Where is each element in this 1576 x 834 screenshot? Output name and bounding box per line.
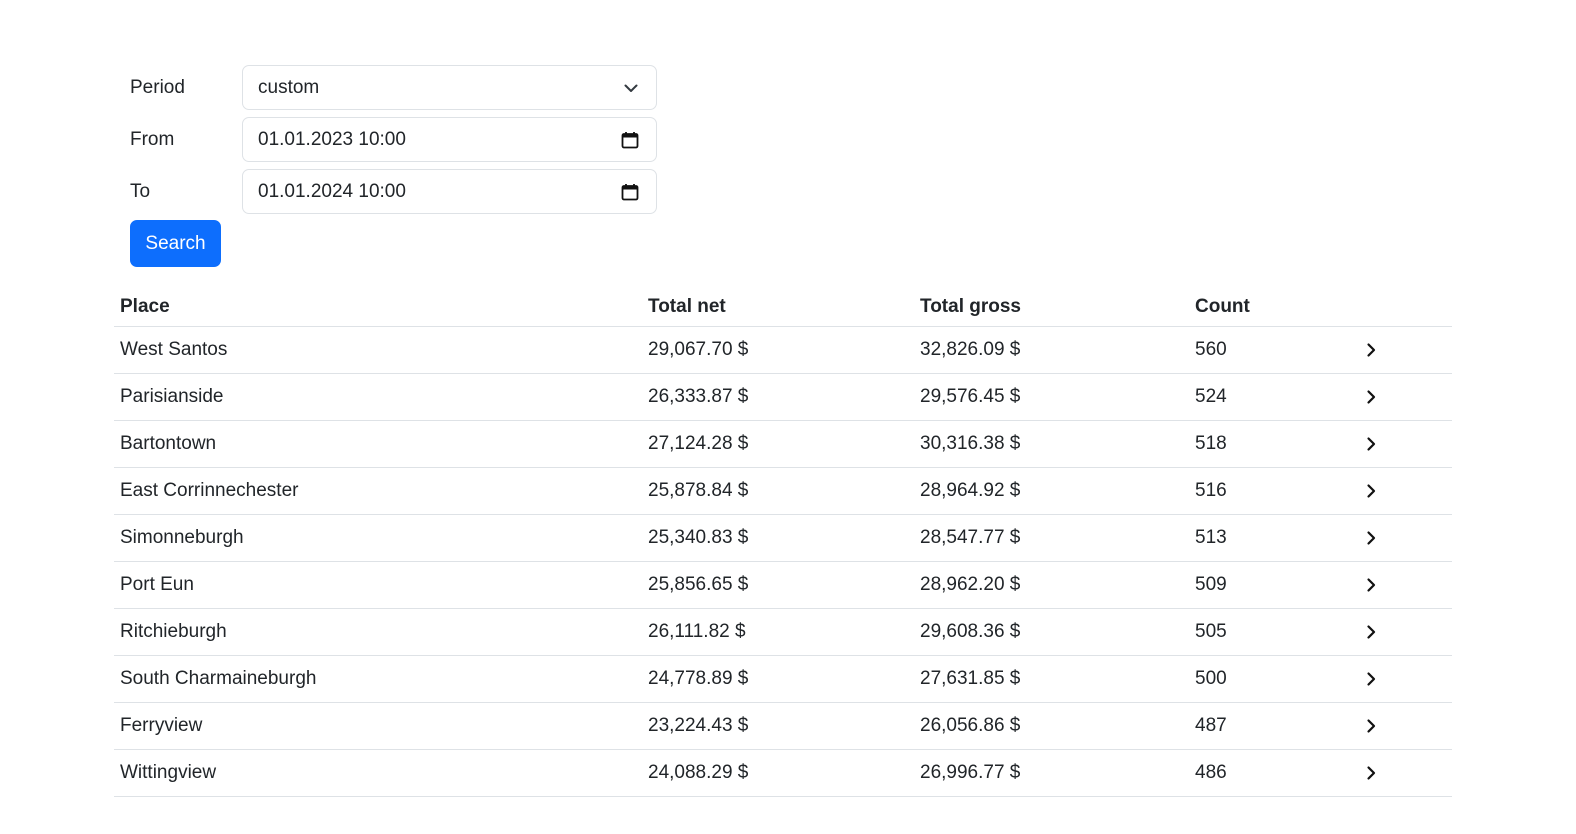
chevron-right-icon[interactable] [1359, 432, 1383, 456]
total-gross-cell: 26,056.86 $ [920, 715, 1021, 736]
chevron-down-icon [623, 80, 639, 96]
row-action [1359, 573, 1452, 597]
calendar-icon[interactable] [621, 183, 639, 201]
row-action [1359, 479, 1452, 503]
period-label: Period [130, 76, 185, 98]
chevron-right-icon[interactable] [1359, 338, 1383, 362]
total-net-cell: 27,124.28 $ [648, 433, 749, 454]
table-row[interactable]: Simonneburgh 25,340.83 $ 28,547.77 $ 513 [114, 515, 1452, 562]
table-row[interactable]: West Santos 29,067.70 $ 32,826.09 $ 560 [114, 327, 1452, 374]
row-action [1359, 385, 1452, 409]
period-select[interactable]: custom [242, 65, 657, 110]
place-cell: Wittingview [120, 762, 217, 783]
search-button[interactable]: Search [130, 220, 221, 267]
calendar-icon[interactable] [621, 131, 639, 149]
chevron-right-icon[interactable] [1359, 714, 1383, 738]
table-row[interactable]: Port Eun 25,856.65 $ 28,962.20 $ 509 [114, 562, 1452, 609]
total-net-cell: 25,878.84 $ [648, 480, 749, 501]
count-cell: 516 [1195, 480, 1227, 501]
total-gross-cell: 28,962.20 $ [920, 574, 1021, 595]
place-cell: East Corrinnechester [120, 480, 299, 501]
count-cell: 500 [1195, 668, 1227, 689]
chevron-right-icon[interactable] [1359, 526, 1383, 550]
total-net-cell: 29,067.70 $ [648, 339, 749, 360]
table-row[interactable]: East Corrinnechester 25,878.84 $ 28,964.92… [114, 468, 1452, 515]
row-action [1359, 714, 1452, 738]
place-cell: Bartontown [120, 433, 217, 454]
table-row[interactable]: Bartontown 27,124.28 $ 30,316.38 $ 518 [114, 421, 1452, 468]
row-action [1359, 667, 1452, 691]
table-row[interactable]: South Charmaineburgh 24,778.89 $ 27,631.85… [114, 656, 1452, 703]
total-gross-cell: 32,826.09 $ [920, 339, 1021, 360]
place-cell: Ritchieburgh [120, 621, 227, 642]
place-cell: West Santos [120, 339, 228, 360]
total-net-cell: 23,224.43 $ [648, 715, 749, 736]
count-cell: 524 [1195, 386, 1227, 407]
count-cell: 505 [1195, 621, 1227, 642]
from-row: From 01.01.2023 10:00 [130, 116, 670, 163]
place-cell: South Charmaineburgh [120, 668, 317, 689]
place-cell: Ferryview [120, 715, 203, 736]
place-cell: Parisianside [120, 386, 224, 407]
total-net-cell: 25,856.65 $ [648, 574, 749, 595]
place-cell: Simonneburgh [120, 527, 244, 548]
total-gross-cell: 29,576.45 $ [920, 386, 1021, 407]
table-header: Place Total net Total gross Count [114, 287, 1452, 327]
header-total-net: Total net [648, 295, 726, 317]
chevron-right-icon[interactable] [1359, 667, 1383, 691]
header-place: Place [120, 295, 170, 317]
chevron-right-icon[interactable] [1359, 479, 1383, 503]
filter-form: Period custom From 01.01.2023 10:00 To 0… [130, 64, 670, 267]
to-label: To [130, 180, 151, 202]
chevron-right-icon[interactable] [1359, 573, 1383, 597]
chevron-right-icon[interactable] [1359, 761, 1383, 785]
row-action [1359, 620, 1452, 644]
table-row[interactable]: Parisianside 26,333.87 $ 29,576.45 $ 524 [114, 374, 1452, 421]
total-gross-cell: 27,631.85 $ [920, 668, 1021, 689]
period-row: Period custom [130, 64, 670, 111]
header-total-gross: Total gross [920, 295, 1021, 317]
total-gross-cell: 28,964.92 $ [920, 480, 1021, 501]
table-body: West Santos 29,067.70 $ 32,826.09 $ 560 Pari… [114, 327, 1452, 797]
row-action [1359, 761, 1452, 785]
chevron-right-icon[interactable] [1359, 620, 1383, 644]
total-gross-cell: 29,608.36 $ [920, 621, 1021, 642]
to-datetime-input[interactable]: 01.01.2024 10:00 [242, 169, 657, 214]
to-row: To 01.01.2024 10:00 [130, 168, 670, 215]
from-label: From [130, 128, 175, 150]
total-net-cell: 24,778.89 $ [648, 668, 749, 689]
count-cell: 518 [1195, 433, 1227, 454]
from-datetime-value: 01.01.2023 10:00 [258, 128, 406, 150]
total-net-cell: 26,111.82 $ [648, 621, 746, 642]
total-gross-cell: 28,547.77 $ [920, 527, 1021, 548]
total-net-cell: 26,333.87 $ [648, 386, 749, 407]
chevron-right-icon[interactable] [1359, 385, 1383, 409]
count-cell: 509 [1195, 574, 1227, 595]
total-net-cell: 25,340.83 $ [648, 527, 749, 548]
total-gross-cell: 26,996.77 $ [920, 762, 1021, 783]
count-cell: 560 [1195, 339, 1227, 360]
table-row[interactable]: Ferryview 23,224.43 $ 26,056.86 $ 487 [114, 703, 1452, 750]
period-select-value: custom [258, 76, 320, 98]
table-row[interactable]: Wittingview 24,088.29 $ 26,996.77 $ 486 [114, 750, 1452, 797]
table-row[interactable]: Ritchieburgh 26,111.82 $ 29,608.36 $ 505 [114, 609, 1452, 656]
total-net-cell: 24,088.29 $ [648, 762, 749, 783]
row-action [1359, 432, 1452, 456]
place-cell: Port Eun [120, 574, 194, 595]
to-datetime-value: 01.01.2024 10:00 [258, 180, 406, 202]
total-gross-cell: 30,316.38 $ [920, 433, 1021, 454]
count-cell: 513 [1195, 527, 1227, 548]
row-action [1359, 526, 1452, 550]
count-cell: 487 [1195, 715, 1227, 736]
count-cell: 486 [1195, 762, 1227, 783]
row-action [1359, 338, 1452, 362]
from-datetime-input[interactable]: 01.01.2023 10:00 [242, 117, 657, 162]
results-table: Place Total net Total gross Count West S… [114, 287, 1452, 797]
header-count: Count [1195, 295, 1250, 317]
